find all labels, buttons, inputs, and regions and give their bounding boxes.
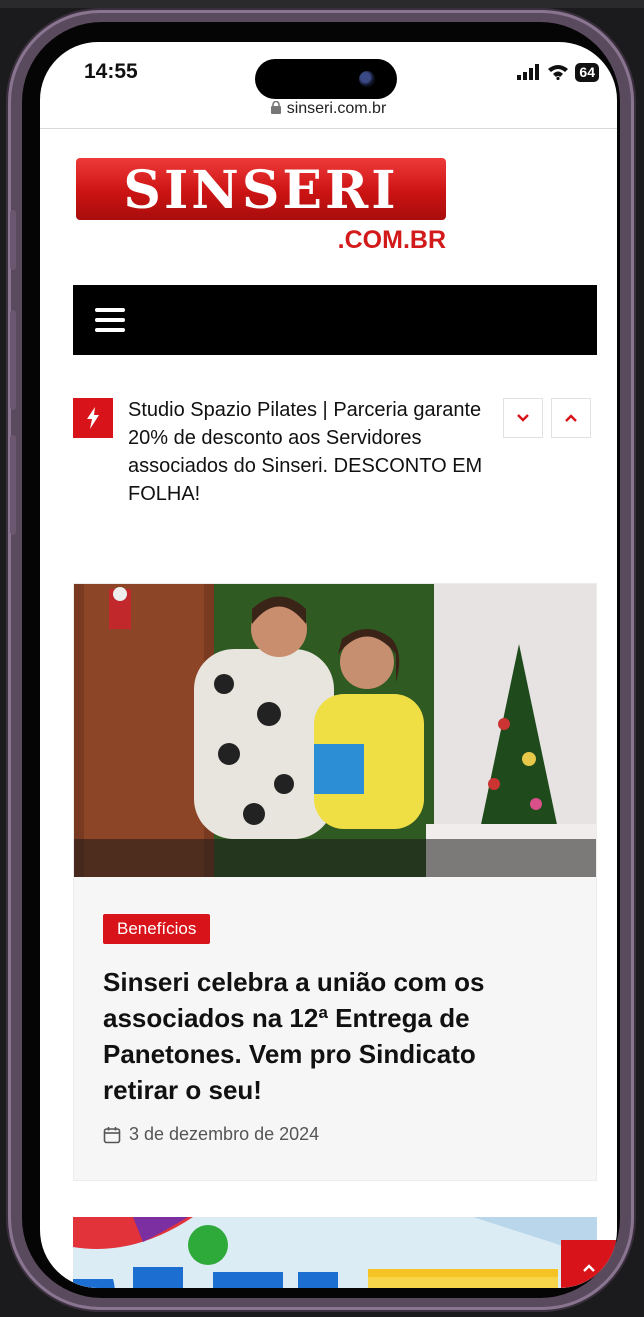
news-ticker: Studio Spazio Pilates | Parceria garante… <box>73 398 597 528</box>
screen: 14:55 64 sinseri.com.br SINSERI .COM.BR <box>40 42 617 1288</box>
post-image[interactable] <box>74 584 596 877</box>
lock-icon <box>270 101 281 114</box>
category-badge[interactable]: Benefícios <box>103 914 211 944</box>
status-time: 14:55 <box>84 60 138 83</box>
logo-text: SINSERI <box>123 160 399 221</box>
side-button <box>10 435 16 535</box>
chevron-up-icon <box>565 414 577 422</box>
post-title[interactable]: Sinseri celebra a união com os associado… <box>103 964 543 1108</box>
calendar-icon <box>103 1126 121 1143</box>
ticker-headline[interactable]: Studio Spazio Pilates | Parceria garante… <box>128 396 498 508</box>
site-logo[interactable]: SINSERI .COM.BR <box>76 158 452 256</box>
status-icons: 64 <box>517 62 599 82</box>
arrow-up-icon <box>583 1264 595 1272</box>
back-to-top-button[interactable] <box>561 1240 617 1288</box>
post-date: 3 de dezembro de 2024 <box>129 1124 320 1144</box>
url-text: sinseri.com.br <box>286 100 387 117</box>
battery-indicator: 64 <box>575 62 599 82</box>
camera-icon <box>359 71 375 87</box>
logo-domain: .COM.BR <box>337 226 446 254</box>
wifi-icon <box>548 65 569 80</box>
side-button <box>10 210 16 270</box>
chevron-down-icon <box>517 414 529 422</box>
status-bar: 14:55 64 <box>40 42 617 99</box>
ticker-prev-button[interactable] <box>551 398 591 438</box>
signal-icon <box>517 64 540 80</box>
post-card[interactable]: Benefícios Sinseri celebra a união com o… <box>73 583 597 1181</box>
divider <box>40 128 617 129</box>
ticker-next-button[interactable] <box>503 398 543 438</box>
address-bar[interactable]: sinseri.com.br <box>40 100 617 118</box>
next-post-image[interactable] <box>73 1217 597 1288</box>
menu-icon[interactable] <box>95 308 125 332</box>
post-meta: 3 de dezembro de 2024 <box>103 1124 319 1145</box>
side-button <box>10 310 16 410</box>
dynamic-island <box>255 59 397 99</box>
main-navbar <box>73 285 597 355</box>
flash-icon <box>73 398 113 438</box>
